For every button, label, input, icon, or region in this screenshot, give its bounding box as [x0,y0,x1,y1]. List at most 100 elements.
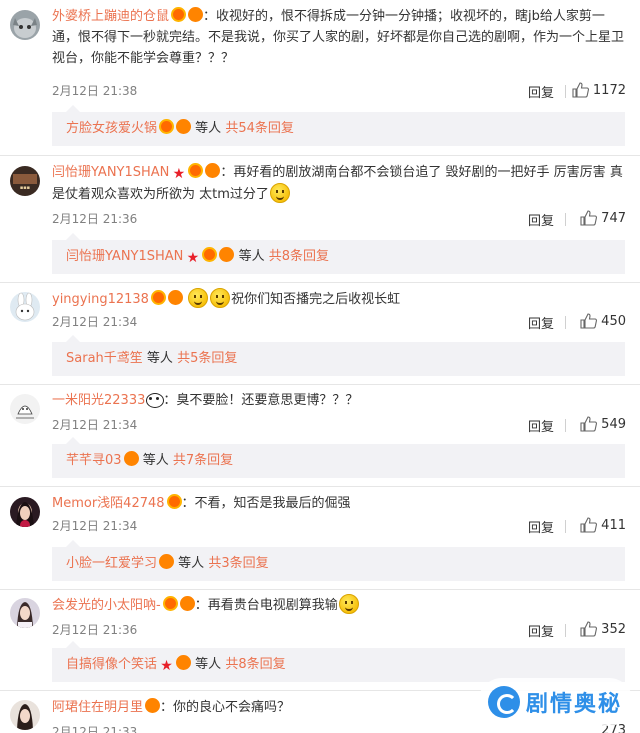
like-button[interactable]: 1172 [572,82,626,98]
like-count: 549 [601,416,626,432]
comment-meta: 2月12日 21:36 回复 747 [52,210,626,230]
username-link[interactable]: 阿珺住在明月里 [52,700,143,715]
sub-reply-username[interactable]: 方脸女孩爱火锅 [66,121,157,136]
divider [565,213,566,226]
divider [565,624,566,637]
avatar[interactable] [10,598,40,628]
comment-meta: 2月12日 21:34 回复 411 [52,517,626,537]
comment-text: 祝你们知否播完之后收视长虹 [231,292,401,307]
reply-button[interactable]: 回复 [528,210,554,229]
username-link[interactable]: 会发光的小太阳吶- [52,598,161,613]
fan-badge-icon [176,655,192,670]
watermark: 剧情奥秘 [478,678,633,726]
fan-badge-icon [176,119,192,134]
sub-reply-username[interactable]: 自搞得像个笑话 [66,657,157,672]
sub-reply-box[interactable]: 自搞得像个笑话 ★ 等人 共8条回复 [52,641,625,682]
reply-button[interactable]: 回复 [528,416,554,435]
avatar[interactable] [10,497,40,527]
comment-text-block: 闫怡珊YANY1SHAN ★ ：再好看的剧放湖南台都不会锁台追了 毁好剧的一把好手 … [52,162,626,205]
reply-button[interactable]: 回复 [528,517,554,536]
sub-reply-username[interactable]: 芊芊寻03 [66,453,122,468]
sub-reply-text: 等人 [195,657,222,672]
username-link[interactable]: Memor浅陌42748 [52,496,165,511]
sub-reply-box[interactable]: 方脸女孩爱火锅 等人 共54条回复 [52,105,625,146]
sub-reply-text: 等人 [146,351,173,366]
sub-reply-username[interactable]: 闫怡珊YANY1SHAN [66,249,183,264]
reply-button[interactable]: 回复 [528,621,554,640]
sub-reply-count-link[interactable]: 共5条回复 [177,351,237,366]
comment-text-block: 外婆桥上蹦迪的仓鼠 ：收视好的，恨不得拆成一分钟一分钟播；收视坏的，瞎jb给人家剪… [52,6,626,69]
avatar[interactable] [10,700,40,730]
watermark-text: 剧情奥秘 [526,692,623,717]
avatar[interactable] [10,10,40,40]
sub-reply-box[interactable]: 小脸一红爱学习 等人 共3条回复 [52,540,625,581]
thumbs-up-icon [580,416,598,432]
divider [0,384,640,385]
thumbs-up-icon [580,517,598,533]
sub-reply-text: 等人 [142,453,169,468]
smile-emoji-icon [188,288,209,308]
reply-button[interactable]: 回复 [528,313,554,332]
comment-text-block: yingying12138 祝你们知否播完之后收视长虹 [52,288,626,310]
thumbs-up-icon [580,210,598,226]
like-button[interactable]: 352 [580,621,626,637]
vip-badge-icon [150,290,166,305]
comment-time: 2月12日 21:34 [52,418,138,432]
sub-reply-box[interactable]: Sarah千鸢笙 等人 共5条回复 [52,335,625,376]
divider [0,282,640,283]
like-button[interactable]: 549 [580,416,626,432]
sub-reply-text: 等人 [238,249,265,264]
comment-text-block: 会发光的小太阳吶- ：再看贵台电视剧算我输 [52,594,626,616]
comment-text: ：你的良心不会痛吗？ [160,700,291,715]
vip-badge-icon [188,163,204,178]
vip-badge-icon [171,7,187,22]
username-link[interactable]: yingying12138 [52,292,149,307]
fan-badge-icon [167,290,183,305]
thumbs-up-icon [580,313,598,329]
thumbs-up-icon [572,82,589,98]
comment-meta: 2月12日 21:38 回复 1172 [52,82,626,102]
comment-text-block: Memor浅陌42748 ：不看，知否是我最后的倔强 [52,493,626,514]
like-count: 450 [601,313,626,329]
comment-time: 2月12日 21:34 [52,519,138,533]
sub-reply-username[interactable]: 小脸一红爱学习 [66,556,157,571]
sub-reply-count-link[interactable]: 共7条回复 [173,453,233,468]
sub-reply-box[interactable]: 芊芊寻03 等人 共7条回复 [52,437,625,478]
sub-reply-count-link[interactable]: 共8条回复 [269,249,329,264]
sub-reply-count-link[interactable]: 共8条回复 [225,657,285,672]
like-button[interactable]: 411 [580,517,626,533]
like-button[interactable]: 747 [580,210,626,226]
comment-meta: 2月12日 21:34 回复 549 [52,416,626,436]
vip-badge-icon [162,596,178,611]
comment-text: ：再看贵台电视剧算我输 [194,598,338,613]
avatar[interactable]: ▪▪▪ [10,166,40,196]
username-link[interactable]: 一米阳光22333 [52,393,145,408]
username-link[interactable]: 外婆桥上蹦迪的仓鼠 [52,9,169,24]
comment-time: 2月12日 21:36 [52,623,138,637]
sub-reply-count-link[interactable]: 共54条回复 [225,121,294,136]
star-badge-icon: ★ [160,658,173,674]
comment-time: 2月12日 21:38 [52,84,138,98]
divider [0,589,640,590]
fan-badge-icon [145,698,161,713]
comment-text-block: 一米阳光22333 ：臭不要脸！还要意思更博？？？ [52,390,626,411]
thumbs-up-icon [580,621,598,637]
vip-badge-icon [159,119,175,134]
avatar[interactable] [10,292,40,322]
username-link[interactable]: 闫怡珊YANY1SHAN [52,165,169,180]
svg-text:▪▪▪: ▪▪▪ [20,185,30,191]
fan-badge-icon [179,596,195,611]
sub-reply-count-link[interactable]: 共3条回复 [208,556,268,571]
like-button[interactable]: 450 [580,313,626,329]
fan-badge-icon [123,451,139,466]
like-count: 411 [601,517,626,533]
reply-button[interactable]: 回复 [528,82,554,101]
divider [565,316,566,329]
watermark-logo-icon [488,686,520,718]
avatar[interactable] [10,394,40,424]
sub-reply-text: 等人 [178,556,205,571]
comment-time: 2月12日 21:36 [52,212,138,226]
star-badge-icon: ★ [172,166,186,182]
sub-reply-box[interactable]: 闫怡珊YANY1SHAN ★ 等人 共8条回复 [52,233,625,274]
sub-reply-username[interactable]: Sarah千鸢笙 [66,351,143,366]
